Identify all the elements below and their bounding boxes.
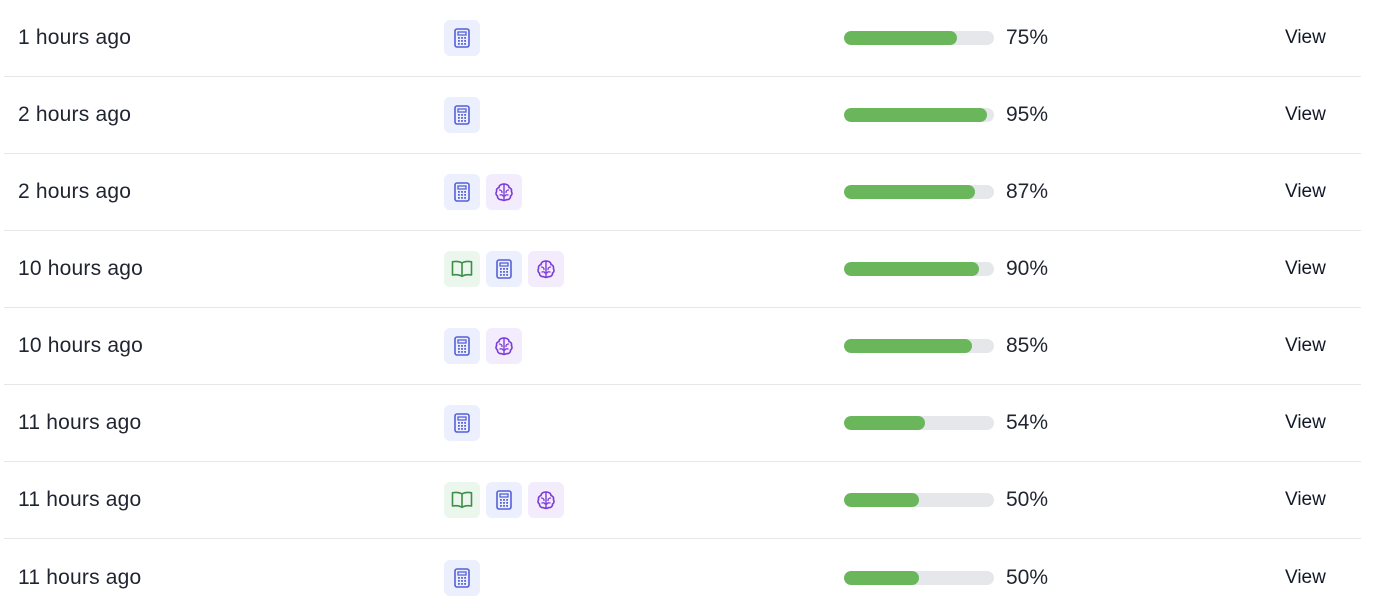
calculator-icon xyxy=(444,174,480,210)
score-progress-bar xyxy=(844,339,994,353)
subject-icons xyxy=(444,482,564,518)
score-progress-fill xyxy=(844,416,925,430)
view-button[interactable]: View xyxy=(1285,489,1326,511)
score-percent: 87% xyxy=(1006,180,1049,203)
table-row: 2 hours ago 87% View xyxy=(4,154,1361,231)
score-progress-fill xyxy=(844,493,919,507)
subject-icons xyxy=(444,328,522,364)
subject-icons xyxy=(444,97,480,133)
brain-icon xyxy=(486,328,522,364)
view-button[interactable]: View xyxy=(1285,412,1326,434)
score-progress-bar xyxy=(844,262,994,276)
score-progress-fill xyxy=(844,108,987,122)
timestamp: 11 hours ago xyxy=(18,411,142,434)
score-progress-fill xyxy=(844,31,957,45)
brain-icon xyxy=(486,174,522,210)
table-row: 2 hours ago 95% View xyxy=(4,77,1361,154)
calculator-icon xyxy=(444,20,480,56)
view-button[interactable]: View xyxy=(1285,258,1326,280)
score-progress-bar xyxy=(844,416,994,430)
book-icon xyxy=(444,251,480,287)
score-percent: 75% xyxy=(1006,26,1049,49)
timestamp: 10 hours ago xyxy=(18,334,143,357)
score-percent: 50% xyxy=(1006,488,1049,511)
score-progress-bar xyxy=(844,493,994,507)
score-progress-bar xyxy=(844,108,994,122)
score-progress-fill xyxy=(844,570,919,585)
score-progress-bar xyxy=(844,31,994,45)
calculator-icon xyxy=(486,251,522,287)
score-progress-bar xyxy=(844,185,994,199)
brain-icon xyxy=(528,482,564,518)
table-row: 11 hours ago 50% View xyxy=(4,539,1361,616)
table-row: 11 hours ago 54% View xyxy=(4,385,1361,462)
timestamp: 10 hours ago xyxy=(18,257,143,280)
calculator-icon xyxy=(444,97,480,133)
brain-icon xyxy=(528,251,564,287)
score-percent: 85% xyxy=(1006,334,1049,357)
view-button[interactable]: View xyxy=(1285,27,1326,49)
score-progress-bar xyxy=(844,570,994,585)
table-row: 10 hours ago 85% View xyxy=(4,308,1361,385)
timestamp: 1 hours ago xyxy=(18,26,132,49)
subject-icons xyxy=(444,20,480,56)
timestamp: 2 hours ago xyxy=(18,103,132,126)
subject-icons xyxy=(444,174,522,210)
timestamp: 2 hours ago xyxy=(18,180,132,203)
view-button[interactable]: View xyxy=(1285,104,1326,126)
calculator-icon xyxy=(444,328,480,364)
score-progress-fill xyxy=(844,262,979,276)
score-percent: 95% xyxy=(1006,103,1049,126)
timestamp: 11 hours ago xyxy=(18,488,142,511)
table-row: 10 hours ago 90% View xyxy=(4,231,1361,308)
score-percent: 50% xyxy=(1006,565,1049,589)
table-row: 11 hours ago 50% View xyxy=(4,462,1361,539)
subject-icons xyxy=(444,405,480,441)
table-row: 1 hours ago 75% View xyxy=(4,0,1361,77)
view-button[interactable]: View xyxy=(1285,567,1326,589)
results-table: 1 hours ago 75% View 2 hours ago 95% View 2 ho… xyxy=(4,0,1361,616)
view-button[interactable]: View xyxy=(1285,335,1326,357)
subject-icons xyxy=(444,559,480,596)
score-percent: 90% xyxy=(1006,257,1049,280)
book-icon xyxy=(444,482,480,518)
score-percent: 54% xyxy=(1006,411,1049,434)
view-button[interactable]: View xyxy=(1285,181,1326,203)
subject-icons xyxy=(444,251,564,287)
calculator-icon xyxy=(444,405,480,441)
score-progress-fill xyxy=(844,339,972,353)
score-progress-fill xyxy=(844,185,975,199)
timestamp: 11 hours ago xyxy=(18,565,142,589)
calculator-icon xyxy=(486,482,522,518)
calculator-icon xyxy=(444,559,480,596)
